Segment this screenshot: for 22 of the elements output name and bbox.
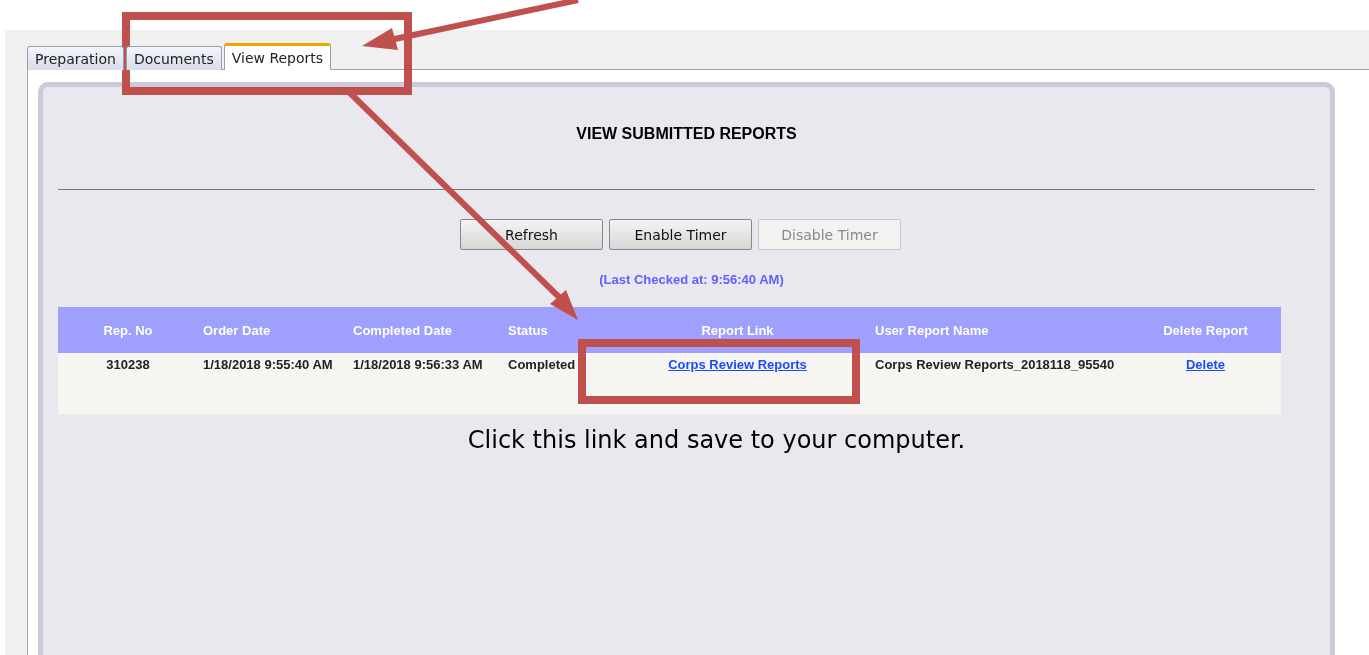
table-cell: 1/18/2018 9:55:40 AM [203,357,333,372]
last-checked-text: (Last Checked at: 9:56:40 AM) [598,271,785,289]
column-header: Status [507,322,549,338]
table-cell: Corps Review Reports_2018118_95540 [875,357,1115,372]
column-header: Completed Date [352,322,453,338]
tab[interactable]: View Reports [223,43,332,70]
report-link[interactable]: Corps Review Reports [668,357,807,372]
column-header: Order Date [202,322,272,338]
annotation-text: Click this link and save to your computer. [466,426,967,454]
action-button[interactable]: Enable Timer [609,219,752,250]
table-cell: 310238 [106,357,150,372]
action-button[interactable]: Refresh [460,219,603,250]
column-header: Rep. No [102,322,154,338]
column-header: Report Link [700,322,775,338]
table-cell: 1/18/2018 9:56:33 AM [353,357,483,372]
tab[interactable]: Documents [125,46,222,70]
column-header: User Report Name [874,322,990,338]
column-header: Delete Report [1162,322,1249,338]
panel-title: VIEW SUBMITTED REPORTS [575,124,798,144]
tab[interactable]: Preparation [27,46,124,70]
report-link[interactable]: Delete [1186,357,1225,372]
table-cell: Completed [508,357,576,372]
